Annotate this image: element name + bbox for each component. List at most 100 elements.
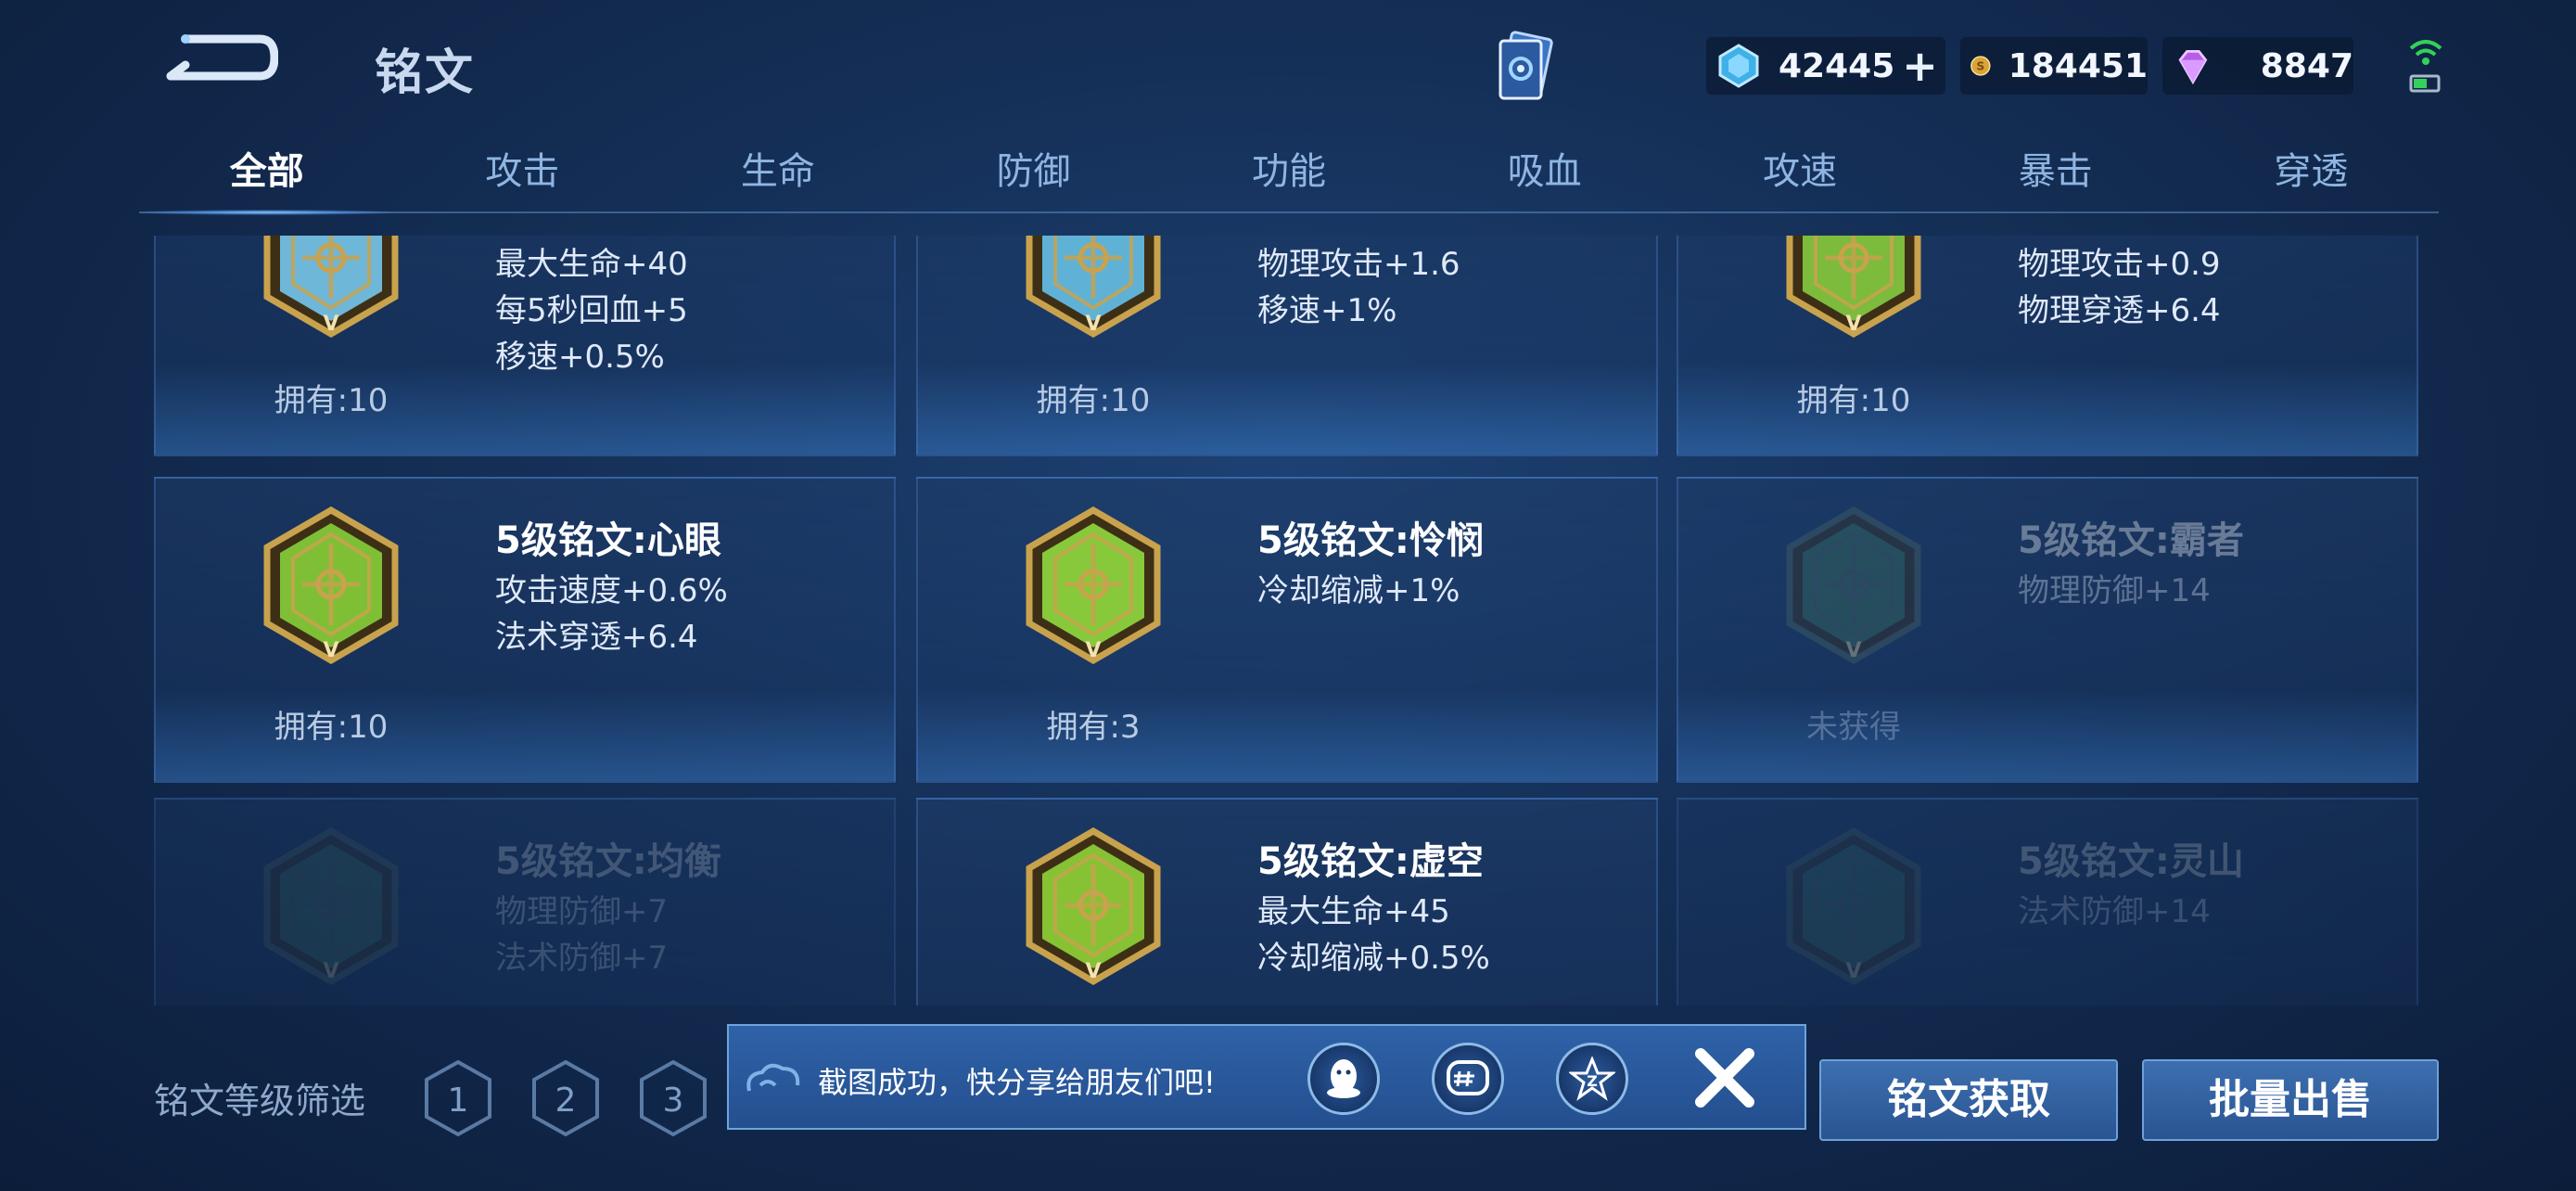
tab-critical[interactable]: 暴击 <box>1928 139 2184 217</box>
tab-defense[interactable]: 防御 <box>906 139 1162 217</box>
rune-card[interactable]: V 5级铭文:怜悯 冷却缩减+1% 拥有:3 <box>916 477 1658 783</box>
diamond-icon <box>1718 44 1759 88</box>
page-title: 铭文 <box>375 45 476 101</box>
purple-gem-icon <box>2178 50 2208 85</box>
svg-text:V: V <box>1085 313 1101 336</box>
svg-text:3: 3 <box>663 1082 684 1120</box>
rune-emblem-icon: V <box>1024 826 1163 986</box>
rune-stat-line: 物理攻击+1.6 <box>1257 246 1460 283</box>
level-filter-3[interactable]: 3 <box>638 1059 708 1137</box>
rune-emblem-icon: V <box>261 826 401 986</box>
level-filter-label: 铭文等级筛选 <box>154 1081 366 1121</box>
rune-card[interactable]: V 5级铭文:霸者物理防御+14 未获得 <box>1677 477 2418 783</box>
tab-divider <box>139 211 2439 213</box>
svg-text:V: V <box>1845 313 1861 336</box>
rune-stat-line: 冷却缩减+1% <box>1257 572 1460 609</box>
rune-stat-line: 物理攻击+0.9 <box>2018 246 2221 283</box>
tab-utility[interactable]: 功能 <box>1161 139 1417 217</box>
rune-stats: 物理防御+7 法术防御+7 <box>495 889 668 981</box>
rune-stat-line: 最大生命+45 <box>1257 893 1450 930</box>
toast-message: 截图成功，快分享给朋友们吧! <box>818 1065 1216 1100</box>
tab-penetration[interactable]: 穿透 <box>2184 139 2440 217</box>
rune-name: 5级铭文:灵山 <box>2018 840 2244 883</box>
rune-stat-line: 物理防御+14 <box>2018 572 2211 609</box>
wechat-icon <box>1447 1060 1489 1095</box>
rune-emblem-icon: V <box>261 236 401 339</box>
level-filter-2[interactable]: 2 <box>530 1059 601 1137</box>
svg-text:Z: Z <box>1587 1072 1598 1090</box>
rune-acquire-button[interactable]: 铭文获取 <box>1819 1059 2118 1141</box>
rune-stats: 物理防御+14 <box>2018 568 2211 614</box>
rune-owned-count: 拥有:10 <box>1036 382 1151 419</box>
close-icon[interactable] <box>1688 1041 1762 1115</box>
tab-lifesteal[interactable]: 吸血 <box>1417 139 1673 217</box>
rune-grid: V 最大生命+40 每5秒回血+5 移速+0.5% 拥有:10 V 物理攻击+1.6 移… <box>154 236 2420 1005</box>
rune-stat-line: 移速+1% <box>1257 292 1397 329</box>
diamond-amount: 42445 <box>1779 46 1895 85</box>
svg-text:2: 2 <box>555 1082 577 1120</box>
share-qzone-button[interactable]: Z <box>1556 1043 1628 1115</box>
rune-name: 5级铭文:均衡 <box>495 840 721 883</box>
rune-stat-line: 物理穿透+6.4 <box>2018 292 2221 329</box>
add-diamond-button[interactable]: + <box>1902 45 1938 87</box>
level-filter-1[interactable]: 1 <box>423 1059 493 1137</box>
rune-card[interactable]: V 5级铭文:心眼攻击速度+0.6% 法术穿透+6.4 拥有:10 <box>154 477 896 783</box>
rune-stat-line: 法术防御+14 <box>2018 893 2211 930</box>
svg-text:V: V <box>1085 960 1101 983</box>
bulk-sell-button[interactable]: 批量出售 <box>2142 1059 2439 1141</box>
rune-page-card-icon[interactable] <box>1484 28 1567 111</box>
qzone-icon: Z <box>1569 1057 1615 1101</box>
qq-icon <box>1327 1059 1360 1098</box>
rune-name: 5级铭文:心眼 <box>495 519 721 562</box>
svg-text:1: 1 <box>448 1082 469 1120</box>
rune-stat-line: 物理防御+7 <box>495 893 669 930</box>
svg-text:V: V <box>1085 639 1101 662</box>
svg-text:V: V <box>1845 960 1861 983</box>
rune-owned-count: 未获得 <box>1806 709 1901 746</box>
rune-name: 5级铭文:霸者 <box>2018 519 2244 562</box>
rune-emblem-icon: V <box>261 506 401 665</box>
rune-emblem-icon: V <box>1784 826 1923 986</box>
rune-name: 5级铭文:虚空 <box>1257 840 1484 883</box>
rune-card[interactable]: V 物理攻击+1.6 移速+1% 拥有:10 <box>916 236 1658 456</box>
rune-stat-line: 每5秒回血+5 <box>495 292 688 329</box>
share-qq-button[interactable] <box>1307 1043 1380 1115</box>
svg-text:V: V <box>1845 639 1861 662</box>
tab-all[interactable]: 全部 <box>139 139 395 217</box>
rune-stats: 冷却缩减+1% <box>1257 568 1460 614</box>
rune-stats: 攻击速度+0.6% 法术穿透+6.4 <box>495 568 728 660</box>
svg-text:V: V <box>323 960 338 983</box>
svg-text:V: V <box>323 639 338 662</box>
rune-card[interactable]: V 5级铭文:均衡物理防御+7 法术防御+7 <box>154 798 896 1005</box>
rune-card[interactable]: V 最大生命+40 每5秒回血+5 移速+0.5% 拥有:10 <box>154 236 896 456</box>
tab-health[interactable]: 生命 <box>650 139 906 217</box>
rune-stat-line: 冷却缩减+0.5% <box>1257 940 1490 977</box>
rune-card[interactable]: V 5级铭文:灵山法术防御+14 <box>1677 798 2418 1005</box>
gem-currency: 8847 <box>2162 37 2353 95</box>
rune-owned-count: 拥有:10 <box>274 709 389 746</box>
back-arrow-icon[interactable] <box>158 28 278 93</box>
tab-attack[interactable]: 攻击 <box>395 139 651 217</box>
rune-card[interactable]: V 物理攻击+0.9 物理穿透+6.4 拥有:10 <box>1677 236 2418 456</box>
wifi-battery-icon <box>2409 40 2442 93</box>
gold-amount: 184451 <box>2008 46 2148 85</box>
share-wechat-button[interactable] <box>1432 1043 1504 1115</box>
rune-owned-count: 拥有:10 <box>274 382 389 419</box>
rune-stat-line: 移速+0.5% <box>495 339 665 376</box>
rune-stats: 最大生命+45 冷却缩减+0.5% <box>1257 889 1490 981</box>
rune-emblem-icon: V <box>1784 506 1923 665</box>
diamond-currency: 42445 + <box>1706 37 1945 95</box>
rune-owned-count: 拥有:10 <box>1796 382 1911 419</box>
rune-stat-line: 最大生命+40 <box>495 246 688 283</box>
gold-currency: S 184451 <box>1960 37 2148 95</box>
rune-stats: 物理攻击+0.9 物理穿透+6.4 <box>2018 241 2221 334</box>
rune-card[interactable]: V 5级铭文:虚空最大生命+45 冷却缩减+0.5% <box>916 798 1658 1005</box>
rune-stats: 法术防御+14 <box>2018 889 2211 935</box>
rune-emblem-icon: V <box>1024 236 1163 339</box>
rune-stat-line: 法术防御+7 <box>495 940 669 977</box>
tab-attack-speed[interactable]: 攻速 <box>1672 139 1928 217</box>
rune-stats: 最大生命+40 每5秒回血+5 移速+0.5% <box>495 241 688 380</box>
svg-text:V: V <box>323 313 338 336</box>
rune-stat-line: 攻击速度+0.6% <box>495 572 728 609</box>
cloud-swirl-icon <box>746 1063 800 1092</box>
